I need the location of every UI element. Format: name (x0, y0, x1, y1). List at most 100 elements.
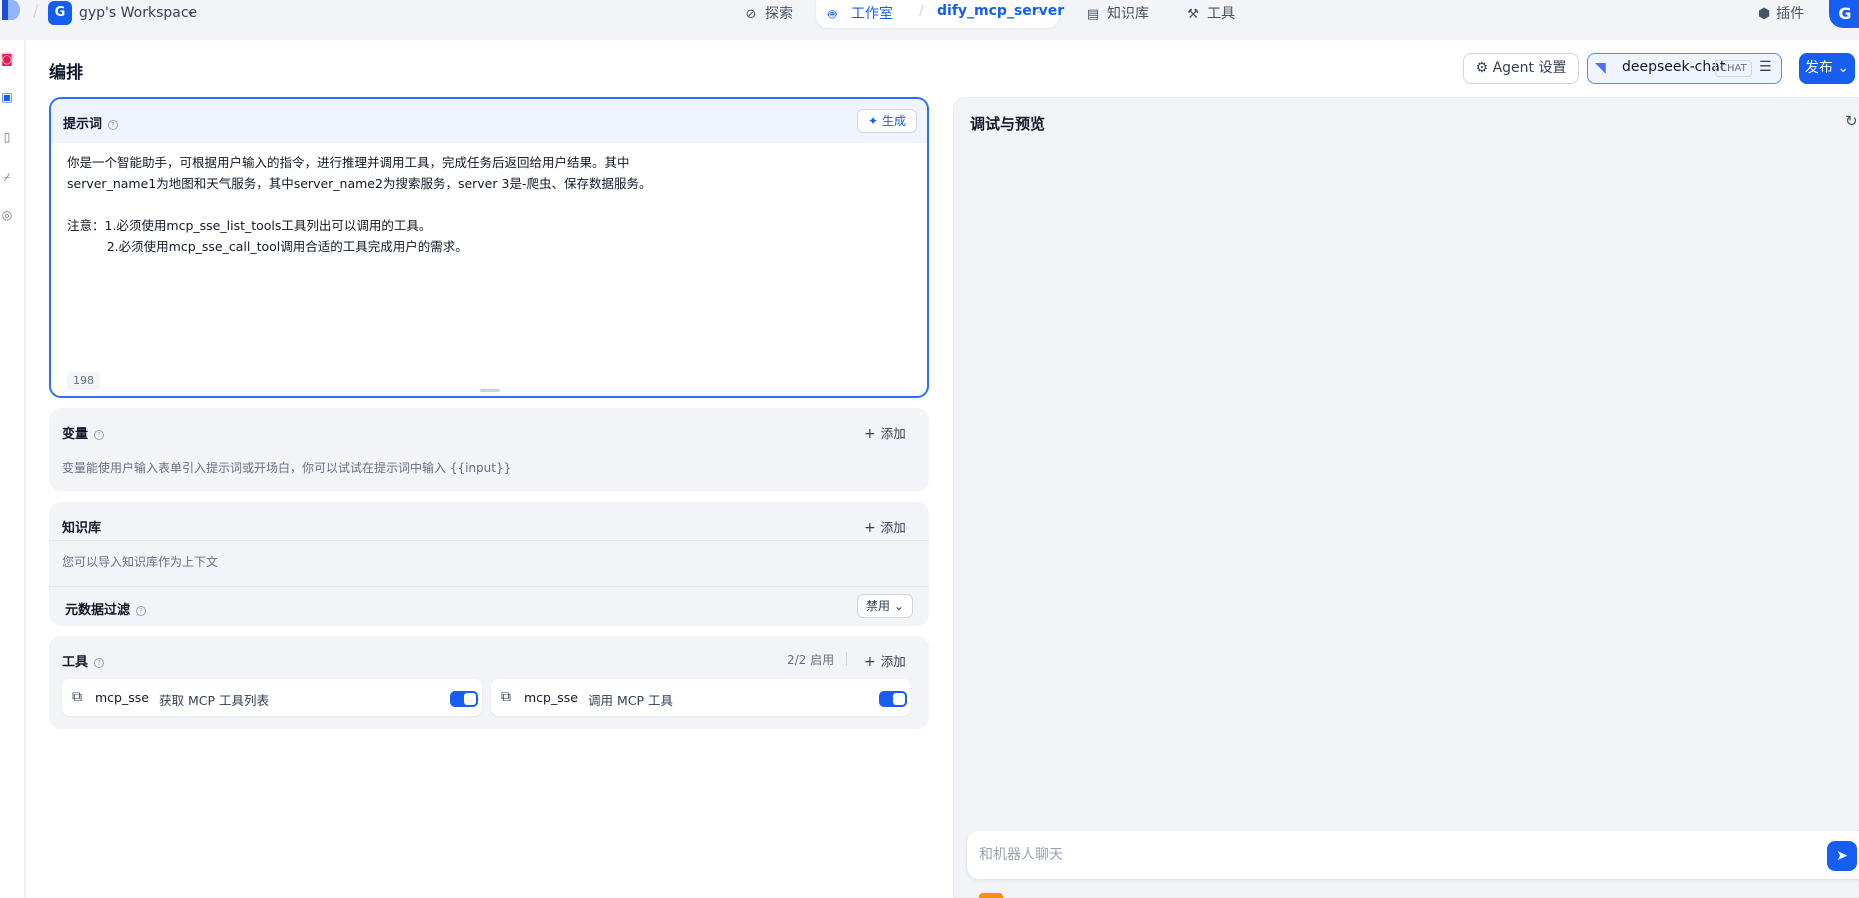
user-avatar[interactable]: G (1829, 0, 1859, 28)
send-icon: ➤ (1836, 848, 1848, 864)
knowledge-description: 您可以导入知识库作为上下文 (62, 555, 219, 569)
mcp-icon: ⧉ (72, 689, 82, 705)
help-icon[interactable]: ? (136, 606, 147, 616)
nav-tools[interactable]: ⚒ 工具 (1185, 3, 1235, 25)
tool-name: 调用 MCP 工具 (588, 693, 673, 708)
agent-settings-button[interactable]: ⚙ Agent 设置 (1463, 53, 1579, 84)
feature-chip[interactable] (979, 893, 1003, 898)
chat-input[interactable] (979, 844, 1779, 866)
tool-item[interactable]: ⧉ mcp_sse 获取 MCP 工具列表 (62, 679, 482, 716)
add-knowledge-button[interactable]: + 添加 (864, 517, 906, 536)
breadcrumb-separator: / (33, 1, 39, 20)
nav-studio[interactable]: 🤖︎ 工作室 / dify_mcp_server ⌄ (816, 0, 1064, 28)
tool-name: 获取 MCP 工具列表 (159, 693, 269, 708)
tools-title: 工具? (62, 651, 105, 670)
send-button[interactable]: ➤ (1827, 841, 1857, 871)
model-name: deepseek-chat (1622, 59, 1726, 75)
plus-icon: + (864, 520, 876, 536)
publish-button[interactable]: 发布 ⌄ (1799, 53, 1855, 84)
chevron-down-icon[interactable]: ⌄ (186, 5, 195, 18)
add-tool-button[interactable]: + 添加 (864, 651, 906, 670)
nav-plugins-label: 插件 (1776, 6, 1805, 22)
nav-tools-label: 工具 (1207, 6, 1235, 22)
tool-item[interactable]: ⧉ mcp_sse 调用 MCP 工具 (491, 679, 911, 716)
gear-icon: ⚙ (1475, 60, 1489, 76)
sliders-icon[interactable]: ☰ (1759, 59, 1772, 75)
current-app-name[interactable]: dify_mcp_server (937, 3, 1064, 19)
help-icon[interactable]: ? (108, 120, 119, 130)
app-icon[interactable]: ◙ (0, 52, 14, 66)
tool-provider: mcp_sse (95, 690, 149, 705)
cube-icon: ⬢ (1758, 6, 1771, 22)
tools-title-text: 工具 (62, 655, 89, 670)
chevron-down-icon: ⌄ (893, 599, 904, 613)
add-variable-button[interactable]: + 添加 (864, 423, 906, 442)
nav-explore[interactable]: ⊘ 探索 (743, 3, 793, 25)
help-icon[interactable]: ? (94, 430, 105, 440)
model-selector-button[interactable]: ◥ deepseek-chat CHAT ☰ (1587, 53, 1782, 84)
generate-prompt-button[interactable]: ✦ 生成 (857, 109, 917, 133)
prompt-editor-card: 提示词? ✦ 生成 你是一个智能助手，可根据用户输入的指令，进行推理并调用工具，… (49, 97, 929, 398)
resize-handle[interactable] (480, 389, 500, 392)
plus-icon: + (864, 426, 876, 442)
nav-plugins[interactable]: ⬢ 插件 (1758, 3, 1804, 23)
prompt-title-text: 提示词 (63, 117, 103, 132)
prompt-header: 提示词? ✦ 生成 (51, 99, 927, 143)
tools-enabled-count: 2/2 启用 (787, 653, 835, 667)
prompt-textarea[interactable]: 你是一个智能助手，可根据用户输入的指令，进行推理并调用工具，完成任务后返回给用户… (67, 152, 917, 257)
variables-section: 变量? + 添加 变量能使用户输入表单引入提示词或开场白，你可以试试在提示词中输入… (49, 408, 929, 491)
nav-separator: / (919, 3, 924, 19)
nav-explore-label: 探索 (765, 6, 793, 22)
workspace-avatar[interactable]: G (48, 1, 72, 25)
refresh-icon[interactable]: ↻ (1845, 112, 1858, 130)
compass-icon: ⊘ (745, 7, 757, 22)
chevron-down-icon: ⌄ (1837, 60, 1850, 76)
metadata-filter-title: 元数据过滤? (65, 599, 147, 618)
add-label: 添加 (880, 520, 906, 535)
robot-icon: 🤖︎ (828, 7, 837, 23)
vertical-divider (846, 652, 847, 666)
prompt-title: 提示词? (63, 113, 119, 132)
book-icon: ▤ (1086, 7, 1100, 22)
tool-enable-toggle[interactable] (879, 691, 907, 707)
api-icon[interactable]: ▯ (0, 130, 14, 144)
sparkle-icon: ✦ (868, 114, 879, 128)
agent-settings-label: Agent 设置 (1492, 60, 1567, 76)
publish-label: 发布 (1804, 60, 1833, 76)
knowledge-section: 知识库 + 添加 您可以导入知识库作为上下文 元数据过滤? 禁用 ⌄ (49, 502, 929, 626)
logs-icon[interactable]: ⌿ (0, 170, 14, 184)
preview-title: 调试与预览 (970, 115, 1046, 133)
app-sidebar: ◙ ▣ ▯ ⌿ ◎ (0, 40, 25, 898)
generate-label: 生成 (881, 114, 906, 128)
add-label: 添加 (880, 654, 906, 669)
tool-provider: mcp_sse (524, 690, 578, 705)
metadata-filter-select[interactable]: 禁用 ⌄ (857, 594, 913, 618)
variables-title-text: 变量 (62, 427, 89, 442)
chat-input-box: ➤ (967, 831, 1859, 879)
variables-description: 变量能使用户输入表单引入提示词或开场白，你可以试试在提示词中输入 {{input… (62, 461, 512, 475)
dify-logo-icon[interactable] (0, 0, 22, 22)
model-mode-badge: CHAT (1715, 60, 1752, 77)
character-count: 198 (67, 372, 100, 390)
debug-preview-panel: 调试与预览 ↻ ➤ (953, 97, 1859, 898)
divider (49, 586, 929, 587)
metadata-filter-label: 元数据过滤 (65, 603, 131, 618)
orchestrate-icon[interactable]: ▣ (0, 90, 14, 104)
top-navigation-bar: / G gyp's Workspace ⌄ ⊘ 探索 🤖︎ 工作室 / dify_… (0, 0, 1859, 40)
nav-studio-label: 工作室 (851, 6, 893, 22)
add-label: 添加 (880, 426, 906, 441)
monitoring-icon[interactable]: ◎ (0, 208, 14, 222)
help-icon[interactable]: ? (94, 658, 105, 668)
hammer-icon: ⚒ (1187, 7, 1199, 22)
page-title: 编排 (49, 63, 83, 83)
chevron-down-icon[interactable]: ⌄ (1035, 5, 1043, 16)
metadata-filter-value: 禁用 (866, 599, 891, 613)
nav-knowledge[interactable]: ▤ 知识库 (1085, 3, 1149, 25)
mcp-icon: ⧉ (501, 689, 511, 705)
divider (49, 540, 929, 541)
deepseek-whale-icon: ◥ (1595, 60, 1606, 76)
workspace-name[interactable]: gyp's Workspace (79, 5, 197, 21)
tool-enable-toggle[interactable] (450, 691, 478, 707)
variables-title: 变量? (62, 423, 105, 442)
nav-knowledge-label: 知识库 (1107, 6, 1149, 22)
